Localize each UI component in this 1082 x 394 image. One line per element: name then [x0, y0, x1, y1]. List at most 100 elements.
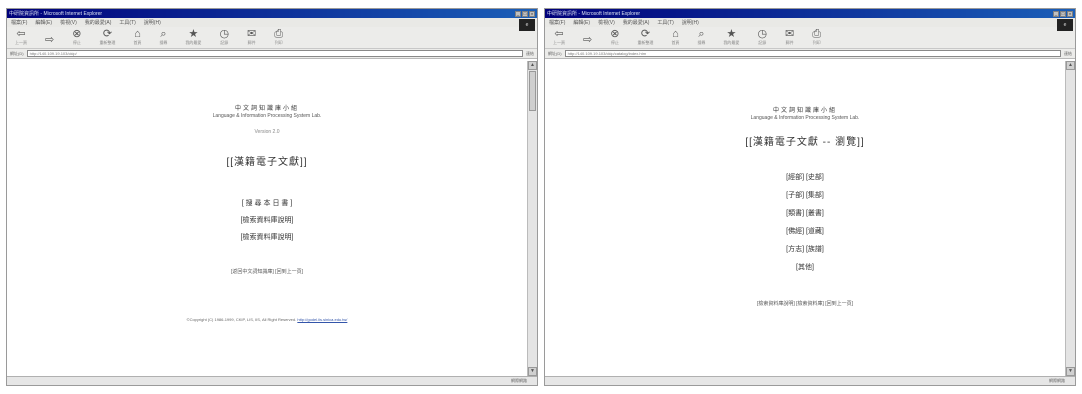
- category-link-2[interactable]: [子部] [集部]: [545, 190, 1065, 200]
- back-icon: ⇦: [16, 28, 26, 40]
- window-title: 中研院資訊所 - Microsoft Internet Explorer: [9, 11, 103, 17]
- close-button[interactable]: ×: [1067, 10, 1073, 17]
- stop-button[interactable]: ⊗ 停止: [72, 29, 81, 46]
- history-button[interactable]: ◷ 記錄: [757, 29, 767, 46]
- back-button[interactable]: ⇦ 上一頁: [553, 29, 565, 46]
- browser-logo-icon: e: [519, 19, 535, 31]
- maximize-button[interactable]: □: [1060, 10, 1066, 17]
- address-input[interactable]: http://140.109.19.103/ckip/: [26, 50, 523, 57]
- mail-icon: ✉: [785, 28, 795, 40]
- favorites-button[interactable]: ★ 我的最愛: [185, 29, 201, 46]
- vertical-scrollbar[interactable]: ▲ ▼: [1065, 61, 1075, 376]
- menu-tools[interactable]: 工具(T): [657, 19, 673, 26]
- minimize-button[interactable]: _: [1053, 10, 1059, 17]
- menu-edit[interactable]: 編輯(E): [35, 19, 52, 26]
- page-title: [[漢籍電子文獻 -- 瀏覽]]: [745, 137, 865, 148]
- category-link-1[interactable]: [經部] [史部]: [545, 172, 1065, 182]
- stop-icon: ⊗: [610, 28, 620, 40]
- copyright-footer: ©Copyright (C) 1986-1999, CKIP, LIS, IIS…: [7, 317, 527, 322]
- forward-icon: ⇨: [45, 34, 55, 46]
- category-link-4[interactable]: [佛經] [道藏]: [545, 226, 1065, 236]
- star-icon: ★: [188, 28, 199, 40]
- forward-icon: ⇨: [583, 34, 593, 46]
- version-label: Version 2.0: [254, 129, 280, 135]
- page-title: [[漢籍電子文獻]]: [226, 157, 308, 168]
- category-link-6[interactable]: [其他]: [545, 262, 1065, 272]
- forward-button[interactable]: ⇨: [583, 35, 592, 46]
- menu-favorites[interactable]: 我的最愛(A): [85, 19, 112, 26]
- address-input[interactable]: http://140.109.19.103/ckip/catalog/index…: [564, 50, 1061, 57]
- refresh-button[interactable]: ⟳ 重新整理: [637, 29, 653, 46]
- menu-view[interactable]: 檢視(V): [60, 19, 77, 26]
- history-icon: ◷: [757, 28, 768, 40]
- minimize-button[interactable]: _: [515, 10, 521, 17]
- address-bar: 網址(D) http://140.109.19.103/ckip/ 連結: [7, 49, 537, 59]
- back-button[interactable]: ⇦ 上一頁: [15, 29, 27, 46]
- page-content: 中文詞知識庫小組 Language & Information Processi…: [7, 61, 527, 376]
- menu-view[interactable]: 檢視(V): [598, 19, 615, 26]
- menu-bar: 檔案(F) 編輯(E) 檢視(V) 我的最愛(A) 工具(T) 說明(H) e: [545, 18, 1075, 31]
- stop-button[interactable]: ⊗ 停止: [610, 29, 619, 46]
- browser-window-search: 中研院資訊所 - Microsoft Internet Explorer _ □…: [6, 8, 538, 386]
- stop-icon: ⊗: [72, 28, 82, 40]
- menu-help[interactable]: 說明(H): [682, 19, 699, 26]
- status-zone: 網際網路: [1049, 378, 1065, 383]
- nav-links[interactable]: [返回中文詞知識庫] [回到上一頁]: [7, 268, 527, 275]
- footer-link[interactable]: http://godel.iis.sinica.edu.tw/: [297, 317, 347, 322]
- print-icon: ⎙: [274, 28, 284, 40]
- search-button[interactable]: ⌕ 搜尋: [159, 29, 167, 46]
- star-icon: ★: [726, 28, 737, 40]
- scroll-up-icon[interactable]: ▲: [528, 61, 537, 70]
- menu-bar: 檔案(F) 編輯(E) 檢視(V) 我的最愛(A) 工具(T) 說明(H) e: [7, 18, 537, 31]
- home-icon: ⌂: [672, 28, 679, 40]
- address-label: 網址(D): [10, 50, 24, 56]
- lab-name: 中文詞知識庫小組: [772, 108, 837, 114]
- mail-button[interactable]: ✉ 郵件: [785, 29, 794, 46]
- copyright-text: ©Copyright (C) 1986-1999, CKIP, LIS, IIS…: [186, 317, 297, 322]
- scroll-thumb[interactable]: [529, 71, 536, 111]
- category-link-3[interactable]: [類書] [叢書]: [545, 208, 1065, 218]
- address-label: 網址(D): [548, 50, 562, 56]
- menu-edit[interactable]: 編輯(E): [573, 19, 590, 26]
- history-icon: ◷: [219, 28, 230, 40]
- links-button[interactable]: 連結: [526, 51, 534, 57]
- forward-button[interactable]: ⇨: [45, 35, 54, 46]
- refresh-button[interactable]: ⟳ 重新整理: [99, 29, 115, 46]
- menu-file[interactable]: 檔案(F): [11, 19, 27, 26]
- status-bar: 網際網路: [545, 376, 1075, 385]
- menu-file[interactable]: 檔案(F): [549, 19, 565, 26]
- links-button[interactable]: 連結: [1064, 51, 1072, 57]
- scroll-down-icon[interactable]: ▼: [528, 367, 537, 376]
- home-button[interactable]: ⌂ 首頁: [671, 29, 679, 46]
- history-button[interactable]: ◷ 記錄: [219, 29, 229, 46]
- bottom-nav-links[interactable]: [檢索資料庫說明] [檢索資料庫] [回到上一頁]: [545, 300, 1065, 307]
- category-link-5[interactable]: [方志] [族譜]: [545, 244, 1065, 254]
- mail-button[interactable]: ✉ 郵件: [247, 29, 256, 46]
- toolbar: ⇦ 上一頁 ⇨ ⊗ 停止 ⟳ 重新整理 ⌂ 首頁 ⌕ 搜尋 ★ 我的最愛 ◷ 記錄 ✉ 郵件 ⎙…: [545, 27, 1075, 49]
- close-button[interactable]: ×: [529, 10, 535, 17]
- vertical-scrollbar[interactable]: ▲ ▼: [527, 61, 537, 376]
- scroll-down-icon[interactable]: ▼: [1066, 367, 1075, 376]
- menu-favorites[interactable]: 我的最愛(A): [623, 19, 650, 26]
- database-link[interactable]: [檢索資料庫說明]: [7, 232, 527, 242]
- address-bar: 網址(D) http://140.109.19.103/ckip/catalog…: [545, 49, 1075, 59]
- status-bar: 網際網路: [7, 376, 537, 385]
- lab-name: 中文詞知識庫小組: [234, 106, 299, 112]
- print-button[interactable]: ⎙ 列印: [812, 29, 821, 46]
- browser-logo-icon: e: [1057, 19, 1073, 31]
- maximize-button[interactable]: □: [522, 10, 528, 17]
- favorites-button[interactable]: ★ 我的最愛: [723, 29, 739, 46]
- search-button[interactable]: ⌕ 搜尋: [697, 29, 705, 46]
- print-icon: ⎙: [812, 28, 822, 40]
- menu-help[interactable]: 說明(H): [144, 19, 161, 26]
- database-help-link[interactable]: [檢索資料庫說明]: [7, 215, 527, 225]
- refresh-icon: ⟳: [640, 28, 651, 40]
- home-button[interactable]: ⌂ 首頁: [133, 29, 141, 46]
- lab-english-name: Language & Information Processing System…: [212, 113, 322, 119]
- scroll-up-icon[interactable]: ▲: [1066, 61, 1075, 70]
- menu-tools[interactable]: 工具(T): [119, 19, 135, 26]
- search-book-link[interactable]: [ 搜 尋 本 日 書 ]: [7, 198, 527, 208]
- print-button[interactable]: ⎙ 列印: [274, 29, 283, 46]
- page-content: 中文詞知識庫小組 Language & Information Processi…: [545, 61, 1065, 376]
- search-icon: ⌕: [698, 28, 705, 40]
